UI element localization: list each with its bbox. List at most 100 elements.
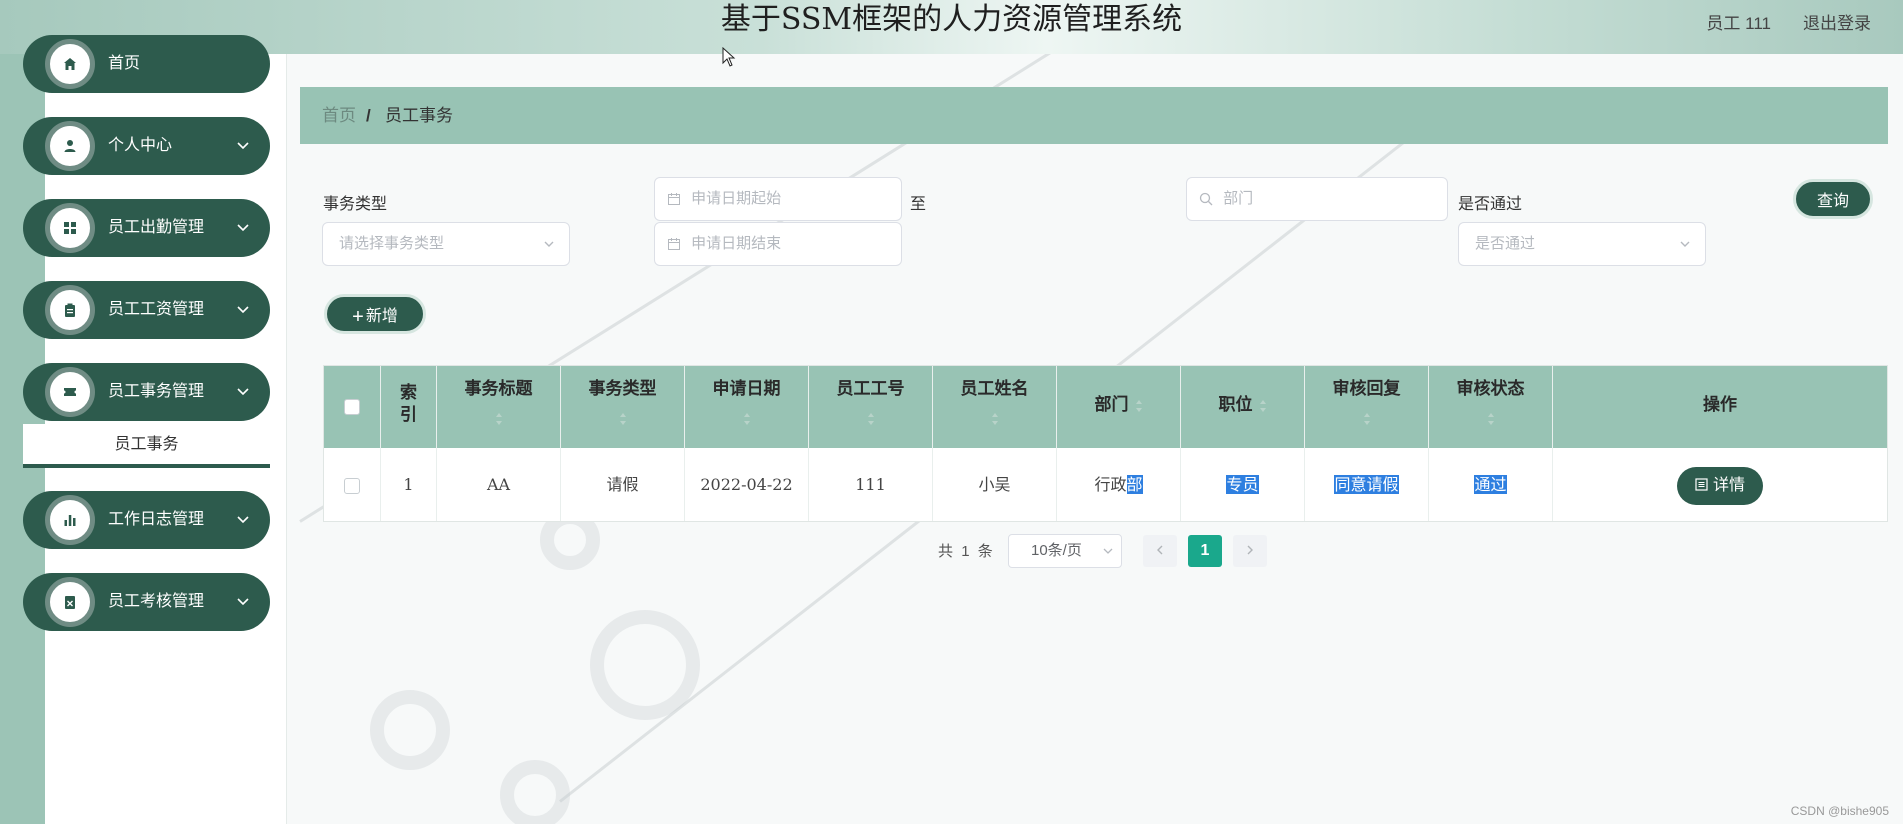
plus-icon: + bbox=[352, 306, 364, 328]
total-prefix: 共 bbox=[938, 543, 954, 560]
total-suffix: 条 bbox=[977, 543, 993, 560]
chevron-down-icon bbox=[1680, 241, 1690, 247]
cell-title: AA bbox=[437, 448, 561, 521]
header-date-label: 申请日期 bbox=[712, 379, 781, 399]
sort-icon[interactable] bbox=[867, 412, 875, 426]
sort-icon[interactable] bbox=[1363, 412, 1371, 426]
sidebar-item-affairs[interactable]: 员工事务管理 bbox=[23, 363, 270, 421]
user-icon bbox=[45, 121, 95, 171]
sidebar-item-attendance[interactable]: 员工出勤管理 bbox=[23, 199, 270, 257]
header-dept-label: 部门 bbox=[1094, 395, 1129, 415]
ticket-icon bbox=[45, 367, 95, 417]
chevron-down-icon bbox=[237, 142, 249, 150]
date-end-input[interactable]: 申请日期结束 bbox=[654, 222, 902, 266]
chevron-down-icon bbox=[237, 516, 249, 524]
header-title[interactable]: 事务标题 bbox=[437, 366, 561, 448]
sort-icon[interactable] bbox=[495, 412, 503, 426]
header-emp-no[interactable]: 员工工号 bbox=[809, 366, 933, 448]
detail-button-label: 详情 bbox=[1712, 476, 1745, 494]
pagination-total: 共 1 条 bbox=[938, 535, 993, 569]
page-size-value: 10条/页 bbox=[1031, 542, 1082, 559]
search-icon bbox=[1199, 192, 1213, 206]
cell-dept: 行政部 bbox=[1057, 448, 1181, 521]
header-emp-name[interactable]: 员工姓名 bbox=[933, 366, 1057, 448]
list-icon bbox=[1695, 477, 1708, 491]
next-page-button[interactable] bbox=[1233, 535, 1267, 567]
sort-icon[interactable] bbox=[1487, 412, 1495, 426]
calendar-icon bbox=[668, 238, 680, 251]
sidebar-item-label: 员工考核管理 bbox=[108, 593, 205, 610]
chevron-down-icon bbox=[1103, 548, 1113, 554]
sort-icon[interactable] bbox=[1135, 399, 1143, 413]
header-ops-label: 操作 bbox=[1703, 395, 1737, 415]
header-date[interactable]: 申请日期 bbox=[685, 366, 809, 448]
add-button[interactable]: + 新增 bbox=[324, 294, 426, 334]
date-start-input[interactable]: 申请日期起始 bbox=[654, 177, 902, 221]
detail-button[interactable]: 详情 bbox=[1676, 466, 1763, 505]
header-position[interactable]: 职位 bbox=[1181, 366, 1305, 448]
chevron-down-icon bbox=[237, 306, 249, 314]
current-user-label: 员工 111 bbox=[1706, 14, 1771, 33]
date-end-placeholder: 申请日期结束 bbox=[691, 235, 782, 252]
page-number-button[interactable]: 1 bbox=[1188, 535, 1222, 567]
sort-icon[interactable] bbox=[1259, 399, 1267, 413]
sort-icon[interactable] bbox=[619, 412, 627, 426]
submenu-label: 员工事务 bbox=[114, 436, 179, 453]
sidebar-item-label: 员工工资管理 bbox=[108, 301, 205, 318]
type-filter-label: 事务类型 bbox=[323, 196, 388, 213]
add-button-label: 新增 bbox=[365, 308, 398, 325]
query-button[interactable]: 查询 bbox=[1793, 179, 1873, 219]
sidebar-item-personal-center[interactable]: 个人中心 bbox=[23, 117, 270, 175]
chevron-down-icon bbox=[237, 388, 249, 396]
prev-page-button[interactable] bbox=[1143, 535, 1177, 567]
passed-select[interactable]: 是否通过 bbox=[1458, 222, 1706, 266]
total-count: 1 bbox=[961, 543, 970, 560]
sidebar-item-salary[interactable]: 员工工资管理 bbox=[23, 281, 270, 339]
header-position-label: 职位 bbox=[1218, 395, 1253, 415]
chevron-down-icon bbox=[237, 598, 249, 606]
select-all-checkbox[interactable] bbox=[344, 399, 360, 415]
breadcrumb-separator: / bbox=[366, 106, 371, 125]
header-dept[interactable]: 部门 bbox=[1057, 366, 1181, 448]
passed-select-placeholder: 是否通过 bbox=[1475, 235, 1536, 252]
affairs-table: 索 引 事务标题 事务类型 申请日期 员工工号 员工姓名 部门 职位 审核回复 … bbox=[323, 365, 1888, 522]
sort-icon[interactable] bbox=[991, 412, 999, 426]
department-search-input[interactable]: 部门 bbox=[1186, 177, 1448, 221]
header-reply[interactable]: 审核回复 bbox=[1305, 366, 1429, 448]
sidebar-item-worklog[interactable]: 工作日志管理 bbox=[23, 491, 270, 549]
home-icon bbox=[45, 39, 95, 89]
cell-ops: 详情 bbox=[1553, 448, 1887, 521]
document-x-icon bbox=[45, 577, 95, 627]
header-title-label: 事务标题 bbox=[464, 379, 533, 399]
breadcrumb-current: 员工事务 bbox=[385, 106, 453, 125]
sidebar-item-label: 员工出勤管理 bbox=[108, 219, 205, 236]
cell-status-text: 通过 bbox=[1474, 475, 1507, 494]
grid-icon bbox=[45, 203, 95, 253]
sort-icon[interactable] bbox=[743, 412, 751, 426]
header-type[interactable]: 事务类型 bbox=[561, 366, 685, 448]
row-checkbox[interactable] bbox=[344, 477, 360, 494]
cell-date: 2022-04-22 bbox=[685, 448, 809, 521]
sidebar-item-label: 个人中心 bbox=[108, 137, 173, 154]
header-status[interactable]: 审核状态 bbox=[1429, 366, 1553, 448]
cell-emp-name: 小吴 bbox=[933, 448, 1057, 521]
watermark: CSDN @bishe905 bbox=[1790, 804, 1889, 818]
department-placeholder: 部门 bbox=[1223, 190, 1254, 207]
top-header: 基于SSM框架的人力资源管理系统 员工 111 退出登录 bbox=[0, 0, 1903, 54]
cell-reply-text: 同意请假 bbox=[1334, 475, 1399, 494]
breadcrumb-home-link[interactable]: 首页 bbox=[322, 87, 356, 144]
cell-type: 请假 bbox=[561, 448, 685, 521]
chevron-left-icon bbox=[1157, 545, 1163, 555]
sidebar-item-assessment[interactable]: 员工考核管理 bbox=[23, 573, 270, 631]
header-emp-no-label: 员工工号 bbox=[836, 379, 905, 399]
submenu-item-employee-affairs[interactable]: 员工事务 bbox=[23, 424, 270, 468]
page-size-select[interactable]: 10条/页 bbox=[1008, 534, 1122, 568]
calendar-icon bbox=[668, 193, 680, 206]
cell-index: 1 bbox=[381, 448, 437, 521]
bar-chart-icon bbox=[45, 495, 95, 545]
type-select[interactable]: 请选择事务类型 bbox=[322, 222, 570, 266]
mouse-cursor-icon bbox=[722, 47, 736, 67]
logout-link[interactable]: 退出登录 bbox=[1803, 9, 1871, 34]
sidebar-item-home[interactable]: 首页 bbox=[23, 35, 270, 93]
app-title: 基于SSM框架的人力资源管理系统 bbox=[720, 2, 1183, 37]
